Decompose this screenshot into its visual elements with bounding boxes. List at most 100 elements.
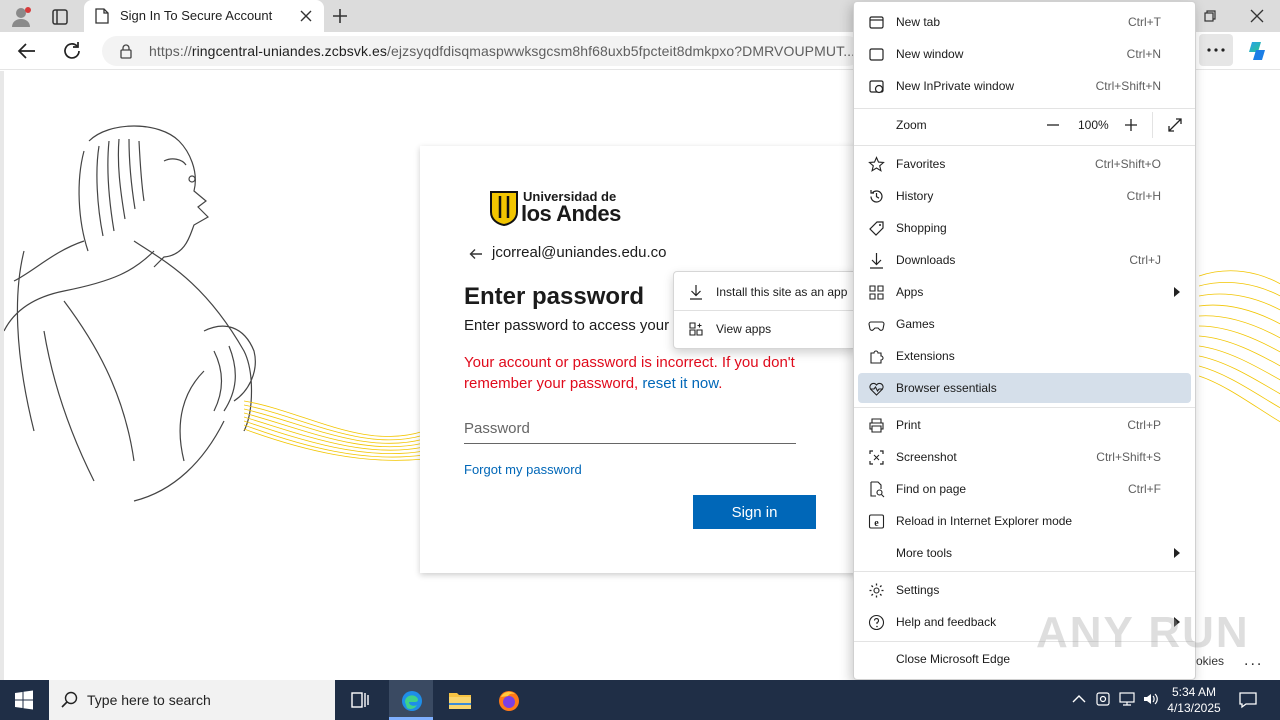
close-tab-icon[interactable] bbox=[298, 8, 314, 24]
network-icon[interactable] bbox=[1118, 690, 1136, 708]
submenu-arrow-icon bbox=[1174, 548, 1180, 558]
menu-divider bbox=[854, 571, 1195, 572]
url-prefix: https:// bbox=[149, 43, 192, 59]
profile-icon[interactable] bbox=[10, 6, 32, 28]
menu-item-label: Settings bbox=[896, 583, 940, 597]
close-window-icon[interactable] bbox=[1247, 6, 1267, 26]
task-view-button[interactable] bbox=[338, 680, 382, 720]
zoom-out-icon[interactable] bbox=[1044, 116, 1062, 134]
svg-text:e: e bbox=[874, 518, 879, 529]
fullscreen-icon[interactable] bbox=[1166, 116, 1184, 134]
new-window-icon bbox=[869, 48, 884, 61]
windows-start-icon[interactable] bbox=[14, 690, 34, 710]
volume-icon[interactable] bbox=[1142, 690, 1160, 708]
chevron-up-icon[interactable] bbox=[1070, 690, 1088, 708]
watermark: ANY RUN bbox=[1036, 608, 1250, 657]
error-end: . bbox=[718, 375, 723, 392]
menu-item-favorites[interactable]: Favorites Ctrl+Shift+O bbox=[858, 149, 1191, 179]
install-site-as-app-item[interactable]: Install this site as an app bbox=[674, 275, 856, 309]
menu-item-label: Help and feedback bbox=[896, 615, 997, 629]
logo-line-2: los Andes bbox=[521, 201, 621, 226]
tab-actions-icon[interactable] bbox=[50, 7, 70, 27]
menu-item-shopping[interactable]: Shopping bbox=[858, 213, 1191, 243]
menu-item-shortcut: Ctrl+F bbox=[1128, 482, 1161, 496]
menu-divider bbox=[854, 108, 1195, 109]
menu-item-label: Browser essentials bbox=[896, 381, 997, 395]
menu-item-label: History bbox=[896, 189, 934, 203]
password-input[interactable] bbox=[464, 414, 796, 444]
notifications-icon[interactable] bbox=[1238, 690, 1258, 710]
menu-item-new-window[interactable]: New window Ctrl+N bbox=[858, 39, 1191, 69]
zoom-level: 100% bbox=[1078, 118, 1109, 132]
menu-item-shortcut: Ctrl+J bbox=[1129, 253, 1161, 267]
meet-now-icon[interactable] bbox=[1095, 690, 1113, 708]
back-arrow-icon[interactable] bbox=[468, 246, 484, 262]
menu-item-inprivate[interactable]: New InPrivate window Ctrl+Shift+N bbox=[858, 71, 1191, 101]
menu-item-screenshot[interactable]: Screenshot Ctrl+Shift+S bbox=[858, 442, 1191, 472]
more-dots-icon[interactable]: ... bbox=[1244, 652, 1263, 670]
new-tab-icon bbox=[869, 16, 884, 29]
menu-item-shortcut: Ctrl+Shift+O bbox=[1094, 157, 1161, 171]
error-text: Your account or password is incorrect. I… bbox=[464, 354, 795, 392]
menu-item-label: Extensions bbox=[896, 349, 955, 363]
gear-icon bbox=[869, 583, 884, 598]
heart-pulse-icon bbox=[869, 382, 884, 396]
zoom-divider bbox=[1152, 112, 1153, 138]
menu-item-apps[interactable]: Apps bbox=[858, 277, 1191, 307]
menu-item-shortcut: Ctrl+Shift+S bbox=[1096, 450, 1161, 464]
menu-item-settings[interactable]: Settings bbox=[858, 575, 1191, 605]
menu-item-ie-mode[interactable]: e Reload in Internet Explorer mode bbox=[858, 506, 1191, 536]
menu-item-print[interactable]: Print Ctrl+P bbox=[858, 410, 1191, 440]
menu-item-label: New InPrivate window bbox=[896, 79, 1015, 93]
reset-password-link[interactable]: reset it now bbox=[642, 375, 718, 392]
yellow-wave-left bbox=[244, 400, 425, 461]
menu-item-new-tab[interactable]: New tab Ctrl+T bbox=[858, 7, 1191, 37]
submenu-item-label: View apps bbox=[716, 322, 772, 336]
settings-and-more-button[interactable] bbox=[1199, 34, 1233, 66]
address-bar[interactable]: https://ringcentral-uniandes.zcbsvk.es/e… bbox=[102, 36, 862, 66]
new-tab-icon[interactable] bbox=[330, 6, 350, 26]
edge-icon bbox=[402, 691, 422, 711]
menu-item-extensions[interactable]: Extensions bbox=[858, 341, 1191, 371]
more-dots-icon bbox=[1207, 48, 1225, 52]
menu-item-label: Games bbox=[896, 317, 935, 331]
founder-illustration bbox=[4, 125, 256, 502]
menu-item-shortcut: Ctrl+P bbox=[1127, 418, 1161, 432]
url-host: ringcentral-uniandes.zcbsvk.es bbox=[191, 43, 388, 59]
reload-icon[interactable] bbox=[61, 40, 83, 62]
firefox-taskbar-button[interactable] bbox=[486, 680, 530, 720]
menu-item-games[interactable]: Games bbox=[858, 309, 1191, 339]
submenu-item-label: Install this site as an app bbox=[716, 285, 848, 299]
menu-item-more-tools[interactable]: More tools bbox=[858, 538, 1191, 568]
menu-item-label: Find on page bbox=[896, 482, 967, 496]
active-tab[interactable]: Sign In To Secure Account bbox=[84, 0, 324, 32]
clock-time: 5:34 AM bbox=[1171, 685, 1217, 699]
menu-divider bbox=[854, 407, 1195, 408]
menu-item-downloads[interactable]: Downloads Ctrl+J bbox=[858, 245, 1191, 275]
yellow-wave-right bbox=[1199, 270, 1280, 423]
menu-item-zoom: Zoom 100% bbox=[858, 110, 1191, 140]
zoom-in-icon[interactable] bbox=[1122, 116, 1140, 134]
lock-icon[interactable] bbox=[118, 43, 134, 59]
menu-item-history[interactable]: History Ctrl+H bbox=[858, 181, 1191, 211]
signin-button[interactable]: Sign in bbox=[693, 495, 816, 529]
taskbar-search-box[interactable]: Type here to search bbox=[49, 680, 335, 720]
menu-item-browser-essentials[interactable]: Browser essentials bbox=[858, 373, 1191, 403]
clock-date: 4/13/2025 bbox=[1167, 701, 1221, 715]
back-arrow-icon[interactable] bbox=[16, 40, 38, 62]
view-apps-item[interactable]: View apps bbox=[674, 312, 856, 346]
submenu-divider bbox=[674, 310, 856, 311]
restore-window-icon[interactable] bbox=[1200, 6, 1220, 26]
taskbar-clock[interactable]: 5:34 AM 4/13/2025 bbox=[1164, 684, 1224, 716]
settings-and-more-menu: New tab Ctrl+T New window Ctrl+N New InP… bbox=[853, 1, 1196, 680]
cookies-link-fragment[interactable]: okies bbox=[1196, 654, 1224, 668]
forgot-password-link[interactable]: Forgot my password bbox=[464, 462, 582, 477]
menu-item-label: Close Microsoft Edge bbox=[896, 652, 1011, 666]
error-message: Your account or password is incorrect. I… bbox=[464, 352, 814, 394]
copilot-icon[interactable] bbox=[1245, 39, 1269, 63]
file-explorer-taskbar-button[interactable] bbox=[437, 680, 481, 720]
menu-item-find-on-page[interactable]: Find on page Ctrl+F bbox=[858, 474, 1191, 504]
menu-item-label: Downloads bbox=[896, 253, 956, 267]
menu-item-label: New tab bbox=[896, 15, 941, 29]
edge-taskbar-button[interactable] bbox=[389, 680, 433, 720]
